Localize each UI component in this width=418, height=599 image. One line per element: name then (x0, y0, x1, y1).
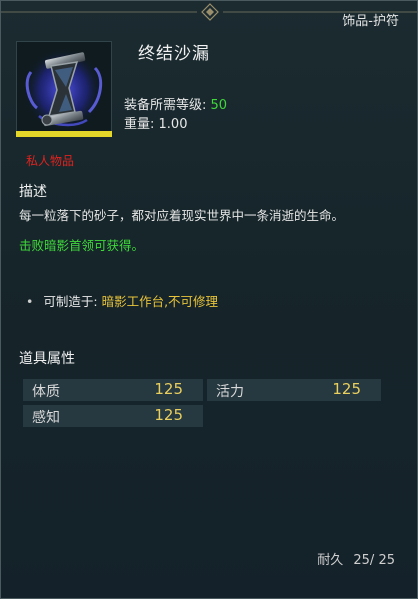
item-name: 终结沙漏 (138, 44, 210, 64)
item-tooltip: 饰品-护符 终结沙漏 装备所需等级: 50 重量: 1.00 私人物品 描述 每… (0, 0, 418, 599)
description-title: 描述 (19, 184, 47, 200)
item-category: 饰品-护符 (342, 14, 399, 29)
required-level-value: 50 (210, 98, 228, 113)
attributes-title: 道具属性 (19, 351, 75, 367)
attribute-name: 体质 (32, 384, 60, 400)
required-level: 装备所需等级: 50 (124, 94, 227, 113)
attribute-name: 感知 (32, 410, 60, 426)
attribute-value: 125 (332, 380, 361, 398)
attribute-row: 活力 125 (207, 379, 381, 401)
weight-label: 重量: (124, 117, 155, 132)
attribute-row: 感知 125 (23, 405, 203, 427)
crafting-info: • 可制造于: 暗影工作台,不可修理 (26, 291, 218, 310)
hourglass-icon (23, 48, 103, 132)
durability: 耐久 25/ 25 (317, 549, 395, 568)
attribute-name: 活力 (216, 384, 244, 400)
attribute-row: 体质 125 (23, 379, 203, 401)
durability-value: 25/ 25 (353, 553, 395, 568)
weight-value: 1.00 (158, 117, 188, 132)
private-item-tag: 私人物品 (26, 154, 75, 168)
bullet-icon: • (26, 294, 34, 309)
attribute-value: 125 (154, 406, 183, 424)
item-weight: 重量: 1.00 (124, 113, 187, 132)
rarity-bar (16, 131, 112, 137)
obtain-info: 击败暗影首领可获得。 (19, 238, 145, 253)
durability-label: 耐久 (317, 553, 344, 568)
crafting-value: 暗影工作台,不可修理 (101, 294, 219, 309)
crafting-label: 可制造于: (43, 294, 98, 309)
item-icon-frame (16, 41, 112, 137)
required-level-label: 装备所需等级: (124, 98, 207, 113)
description-text: 每一粒落下的砂子，都对应着现实世界中一条消逝的生命。 (19, 208, 345, 223)
attribute-value: 125 (154, 380, 183, 398)
